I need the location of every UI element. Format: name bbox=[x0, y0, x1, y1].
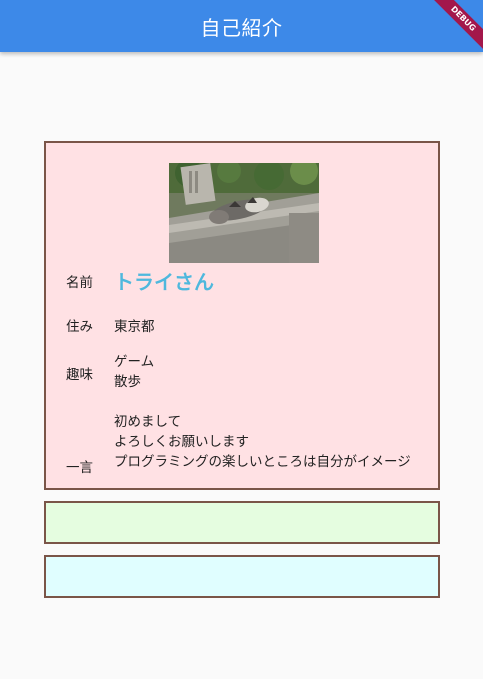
hobby-values: ゲーム 散歩 bbox=[114, 352, 154, 392]
residence-value: 東京都 bbox=[114, 319, 155, 335]
hobby-item: ゲーム bbox=[114, 354, 155, 370]
hobby-label: 趣味 bbox=[66, 367, 93, 383]
debug-banner: DEBUG bbox=[413, 0, 483, 52]
cat-photo bbox=[169, 163, 319, 263]
cat-photo-image bbox=[169, 163, 319, 263]
comment-label: 一言 bbox=[66, 460, 93, 476]
green-card bbox=[44, 501, 440, 544]
hobby-row: 趣味 ゲーム 散歩 bbox=[66, 352, 426, 392]
comment-line: 初めまして bbox=[114, 414, 182, 430]
app-bar: 自己紹介 DEBUG bbox=[0, 0, 483, 52]
comment-row: 一言 初めまして よろしくお願いします プログラミングの楽しいところは自分がイメ… bbox=[66, 412, 426, 476]
name-label: 名前 bbox=[66, 275, 93, 291]
profile-card: 名前 トライさん 住み 東京都 趣味 ゲーム 散歩 一言 初めまして よろしくお… bbox=[44, 141, 440, 490]
comment-line: プログラミングの楽しいところは自分がイメージ bbox=[114, 454, 411, 470]
residence-label: 住み bbox=[66, 319, 93, 335]
hobby-item: 散歩 bbox=[114, 374, 141, 390]
name-row: 名前 トライさん bbox=[66, 269, 426, 294]
cyan-card bbox=[44, 555, 440, 598]
comment-values: 初めまして よろしくお願いします プログラミングの楽しいところは自分がイメージ bbox=[114, 412, 411, 472]
name-value: トライさん bbox=[114, 270, 214, 294]
residence-row: 住み 東京都 bbox=[66, 315, 426, 335]
comment-line: よろしくお願いします bbox=[114, 434, 249, 450]
app-title: 自己紹介 bbox=[200, 15, 283, 40]
debug-label: DEBUG bbox=[429, 0, 483, 52]
